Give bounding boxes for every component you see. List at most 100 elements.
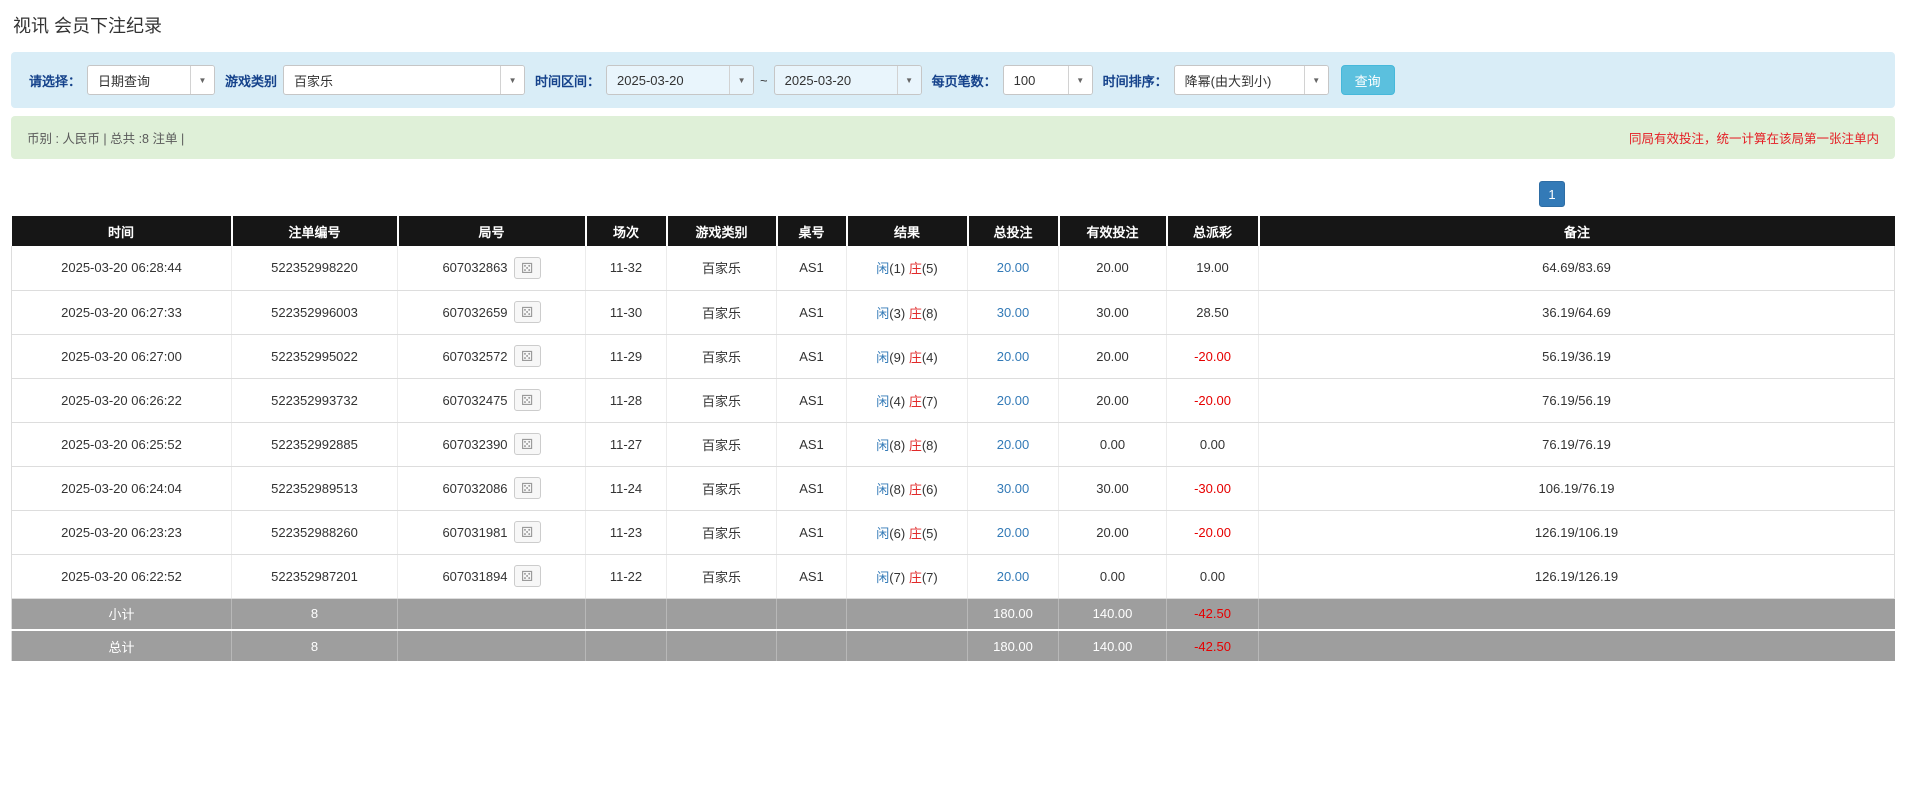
cell-total-bet: 20.00 bbox=[967, 378, 1059, 423]
cell-note: 106.19/76.19 bbox=[1258, 466, 1895, 511]
total-bet-link[interactable]: 30.00 bbox=[997, 481, 1030, 496]
cell-round-id: 607032086 ⚄ bbox=[397, 466, 586, 511]
cell-valid-bet: 0.00 bbox=[1058, 554, 1167, 599]
cell-bet-id: 522352995022 bbox=[231, 334, 398, 379]
view-cards-button[interactable]: ⚄ bbox=[513, 389, 541, 411]
cell-total-bet: 30.00 bbox=[967, 290, 1059, 335]
total-bet-link[interactable]: 20.00 bbox=[997, 260, 1030, 275]
round-id-text: 607031981 bbox=[442, 524, 508, 540]
round-id-text: 607032390 bbox=[442, 436, 508, 452]
column-header: 桌号 bbox=[776, 216, 848, 246]
view-cards-button[interactable]: ⚄ bbox=[513, 301, 541, 323]
date-to-input[interactable]: 2025-03-20 ▼ bbox=[773, 65, 922, 95]
total-bet-link[interactable]: 20.00 bbox=[997, 437, 1030, 452]
subtotal-row: 小计 8 180.00 140.00 -42.50 bbox=[11, 598, 1895, 631]
cell-session: 11-22 bbox=[585, 554, 667, 599]
sort-select[interactable]: 降幂(由大到小) ▼ bbox=[1173, 65, 1329, 95]
summary-empty bbox=[776, 598, 847, 631]
cell-bet-id: 522352998220 bbox=[231, 246, 398, 291]
cell-payout: 0.00 bbox=[1166, 422, 1259, 467]
cell-note: 76.19/56.19 bbox=[1258, 378, 1895, 423]
date-range-tilde: ~ bbox=[760, 72, 768, 88]
cell-note: 64.69/83.69 bbox=[1258, 246, 1895, 291]
cell-note: 36.19/64.69 bbox=[1258, 290, 1895, 335]
summary-empty bbox=[776, 630, 847, 663]
view-cards-button[interactable]: ⚄ bbox=[513, 565, 541, 587]
dice-icon: ⚄ bbox=[520, 524, 534, 540]
chevron-down-icon[interactable]: ▼ bbox=[729, 66, 754, 94]
table-row: 2025-03-20 06:25:52 522352992885 60703239… bbox=[11, 422, 1895, 467]
cell-time: 2025-03-20 06:22:52 bbox=[11, 554, 232, 599]
cell-time: 2025-03-20 06:23:23 bbox=[11, 510, 232, 555]
view-cards-button[interactable]: ⚄ bbox=[513, 521, 541, 543]
result-banker: 庄(8) bbox=[908, 437, 938, 453]
game-type-select-value: 百家乐 bbox=[294, 73, 334, 89]
total-bet-link[interactable]: 30.00 bbox=[997, 305, 1030, 320]
result-player: 闲(8) bbox=[876, 437, 906, 453]
cell-note: 126.19/126.19 bbox=[1258, 554, 1895, 599]
view-cards-button[interactable]: ⚄ bbox=[513, 433, 541, 455]
cell-session: 11-23 bbox=[585, 510, 667, 555]
table-row: 2025-03-20 06:27:33 522352996003 60703265… bbox=[11, 290, 1895, 335]
table-row: 2025-03-20 06:22:52 522352987201 60703189… bbox=[11, 554, 1895, 599]
round-id-text: 607032475 bbox=[442, 392, 508, 408]
view-cards-button[interactable]: ⚄ bbox=[513, 256, 541, 279]
dice-icon: ⚄ bbox=[520, 348, 534, 364]
summary-count: 8 bbox=[231, 630, 398, 663]
table-row: 2025-03-20 06:23:23 522352988260 60703198… bbox=[11, 510, 1895, 555]
cell-table-no: AS1 bbox=[776, 334, 847, 379]
cell-valid-bet: 30.00 bbox=[1058, 290, 1167, 335]
summary-empty bbox=[846, 630, 968, 663]
summary-label: 小计 bbox=[11, 598, 232, 631]
column-header: 备注 bbox=[1258, 216, 1895, 246]
result-banker: 庄(5) bbox=[908, 525, 938, 541]
search-button[interactable]: 查询 bbox=[1340, 65, 1395, 95]
cell-round-id: 607032863 ⚄ bbox=[397, 246, 586, 291]
cell-result: 闲(3) 庄(8) bbox=[846, 290, 968, 335]
cell-payout: 28.50 bbox=[1166, 290, 1259, 335]
total-row: 总计 8 180.00 140.00 -42.50 bbox=[11, 630, 1895, 663]
cell-table-no: AS1 bbox=[776, 290, 847, 335]
total-bet-link[interactable]: 20.00 bbox=[997, 569, 1030, 584]
column-header: 总投注 bbox=[967, 216, 1060, 246]
dice-icon: ⚄ bbox=[520, 568, 534, 584]
cell-table-no: AS1 bbox=[776, 554, 847, 599]
summary-valid-bet: 140.00 bbox=[1058, 598, 1167, 631]
pagination-page-1-button[interactable]: 1 bbox=[1539, 181, 1565, 207]
round-id-text: 607032572 bbox=[442, 348, 508, 364]
chevron-down-icon[interactable]: ▼ bbox=[500, 66, 525, 94]
column-header: 场次 bbox=[585, 216, 668, 246]
cell-note: 56.19/36.19 bbox=[1258, 334, 1895, 379]
total-bet-link[interactable]: 20.00 bbox=[997, 393, 1030, 408]
view-cards-button[interactable]: ⚄ bbox=[513, 345, 541, 367]
sort-label: 时间排序： bbox=[1102, 73, 1168, 89]
dice-icon: ⚄ bbox=[520, 304, 534, 320]
total-bet-link[interactable]: 20.00 bbox=[997, 525, 1030, 540]
pagination: 1 bbox=[11, 181, 1895, 207]
date-from-input[interactable]: 2025-03-20 ▼ bbox=[606, 65, 755, 95]
view-cards-button[interactable]: ⚄ bbox=[513, 477, 541, 499]
chevron-down-icon[interactable]: ▼ bbox=[1303, 66, 1328, 94]
cell-note: 126.19/106.19 bbox=[1258, 510, 1895, 555]
cell-result: 闲(7) 庄(7) bbox=[846, 554, 968, 599]
cell-valid-bet: 30.00 bbox=[1058, 466, 1167, 511]
cell-total-bet: 20.00 bbox=[967, 422, 1059, 467]
date-from-value: 2025-03-20 bbox=[617, 72, 684, 88]
cell-game-type: 百家乐 bbox=[666, 290, 777, 335]
chevron-down-icon[interactable]: ▼ bbox=[190, 66, 215, 94]
game-type-select[interactable]: 百家乐 ▼ bbox=[283, 65, 526, 95]
chevron-down-icon[interactable]: ▼ bbox=[1067, 66, 1092, 94]
cell-table-no: AS1 bbox=[776, 246, 847, 291]
cell-game-type: 百家乐 bbox=[666, 246, 777, 291]
result-player: 闲(3) bbox=[876, 305, 906, 321]
chevron-down-icon[interactable]: ▼ bbox=[896, 66, 921, 94]
cell-time: 2025-03-20 06:28:44 bbox=[11, 246, 232, 291]
summary-valid-bet: 140.00 bbox=[1058, 630, 1167, 663]
summary-label: 总计 bbox=[11, 630, 232, 663]
page-size-input[interactable]: 100 ▼ bbox=[1002, 65, 1093, 95]
dice-icon: ⚄ bbox=[520, 392, 534, 408]
total-bet-link[interactable]: 20.00 bbox=[997, 349, 1030, 364]
cell-game-type: 百家乐 bbox=[666, 466, 777, 511]
result-player: 闲(8) bbox=[876, 481, 906, 497]
date-query-select[interactable]: 日期查询 ▼ bbox=[87, 65, 216, 95]
